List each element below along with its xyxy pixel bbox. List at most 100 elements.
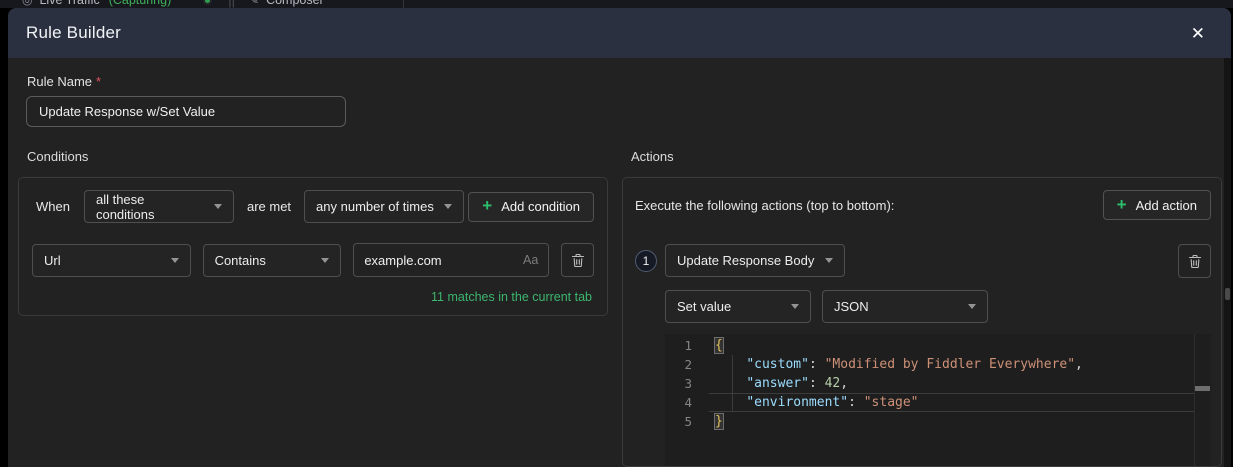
rule-name-label: Rule Name * — [27, 74, 1222, 89]
code-line[interactable]: 2 "custom": "Modified by Fiddler Everywh… — [665, 355, 1211, 374]
code-token-punct: , — [840, 376, 849, 391]
action-mode-dropdown[interactable]: Set value — [665, 290, 811, 323]
code-token-ws — [715, 376, 746, 391]
capturing-status: (Capturing) — [108, 0, 172, 7]
plus-icon: + — [1116, 194, 1127, 214]
code-token-ws — [715, 395, 746, 410]
action-format-dropdown[interactable]: JSON — [822, 290, 988, 323]
code-token-ws — [715, 357, 746, 372]
code-token-punct: : — [808, 376, 825, 391]
action-mode-value: Set value — [677, 299, 732, 314]
condition-operator-value: Contains — [214, 252, 266, 268]
action-row: 1 Update Response Body — [635, 244, 1211, 278]
composer-label: Composer — [266, 0, 324, 7]
rule-builder-modal: Rule Builder ✕ Rule Name* Conditions Whe… — [8, 8, 1231, 467]
code-token-key: "environment" — [746, 395, 849, 410]
tab-live-traffic[interactable]: ◎ Live Traffic (Capturing) — [22, 0, 171, 7]
code-token-punct: : — [808, 357, 825, 372]
add-action-button[interactable]: + Add action — [1102, 190, 1211, 220]
line-number: 4 — [684, 395, 692, 410]
trash-icon — [571, 253, 584, 267]
close-icon[interactable]: ✕ — [1191, 25, 1205, 42]
when-label: When — [36, 199, 70, 214]
code-editor[interactable]: 1{2 "custom": "Modified by Fiddler Every… — [665, 334, 1211, 466]
case-sensitive-toggle[interactable]: Aa — [523, 253, 538, 267]
code-lines: 1{2 "custom": "Modified by Fiddler Every… — [665, 334, 1211, 431]
delete-action-button[interactable] — [1178, 244, 1211, 278]
code-token-number: 42 — [824, 376, 841, 391]
code-line-text: "environment": "stage" — [709, 393, 1194, 412]
live-traffic-label: Live Traffic — [39, 0, 100, 7]
add-condition-label: Add condition — [501, 199, 580, 214]
chevron-down-icon — [170, 257, 179, 263]
action-sub-row: Set value JSON — [665, 290, 1211, 323]
code-line-text: } — [709, 412, 1194, 431]
modal-scrollbar[interactable] — [1224, 58, 1231, 467]
condition-value-input[interactable] — [364, 252, 518, 268]
modal-header: Rule Builder ✕ — [8, 8, 1231, 58]
code-line[interactable]: 3 "answer": 42, — [665, 374, 1211, 393]
code-line-text: "custom": "Modified by Fiddler Everywher… — [709, 355, 1194, 374]
composer-icon: ✎ — [249, 0, 260, 7]
code-line[interactable]: 4 "environment": "stage" — [665, 393, 1211, 412]
code-token-brace: } — [714, 413, 724, 430]
actions-header-row: Execute the following actions (top to bo… — [635, 190, 1211, 220]
conditions-panel: When all these conditions are met any nu… — [18, 177, 608, 316]
capture-indicator-dot — [203, 0, 213, 5]
condition-value-field[interactable]: Aa — [353, 243, 550, 277]
indent-guide — [732, 355, 733, 412]
action-type-value: Update Response Body — [677, 253, 815, 268]
chevron-down-icon — [444, 204, 453, 209]
line-number: 1 — [684, 338, 692, 353]
condition-row: Url Contains Aa — [32, 243, 594, 277]
frequency-dropdown[interactable]: any number of times — [304, 190, 465, 223]
trash-icon — [1188, 254, 1201, 268]
code-token-brace: { — [714, 337, 724, 354]
chevron-down-icon — [968, 304, 976, 309]
editor-scrollbar[interactable] — [1194, 334, 1211, 466]
tab-edge-divider — [403, 0, 404, 8]
chevron-down-icon — [321, 257, 330, 263]
editor-cursor-marker — [1195, 386, 1210, 391]
add-condition-button[interactable]: + Add condition — [468, 191, 594, 222]
match-count-info: 11 matches in the current tab — [431, 290, 592, 304]
conditions-section-label: Conditions — [27, 149, 89, 164]
modal-body: Rule Name* Conditions When all these con… — [8, 58, 1231, 467]
line-number: 3 — [684, 376, 692, 391]
add-action-label: Add action — [1135, 197, 1197, 213]
match-type-value: all these conditions — [95, 191, 155, 222]
rule-name-input[interactable] — [26, 96, 346, 127]
condition-field-dropdown[interactable]: Url — [32, 243, 191, 277]
tab-composer[interactable]: ✎ Composer — [249, 0, 324, 7]
code-line-text: "answer": 42, — [709, 374, 1194, 393]
code-token-string: "Modified by Fiddler Everywhere" — [824, 357, 1076, 372]
code-line[interactable]: 1{ — [665, 336, 1211, 355]
rule-name-label-text: Rule Name — [27, 74, 93, 89]
tab-separator: || — [228, 0, 235, 8]
line-number: 2 — [684, 357, 692, 372]
actions-header-text: Execute the following actions (top to bo… — [635, 197, 895, 213]
action-index-badge: 1 — [635, 250, 657, 272]
condition-operator-dropdown[interactable]: Contains — [202, 243, 342, 277]
action-format-value: JSON — [834, 299, 869, 314]
line-number: 5 — [684, 414, 692, 429]
plus-icon: + — [482, 196, 493, 215]
target-icon: ◎ — [22, 0, 33, 7]
match-type-dropdown[interactable]: all these conditions — [83, 190, 234, 223]
code-token-punct: : — [848, 395, 864, 410]
modal-title: Rule Builder — [26, 23, 122, 42]
actions-section-label: Actions — [631, 149, 674, 164]
actions-panel: Execute the following actions (top to bo… — [622, 177, 1222, 467]
frequency-value: any number of times — [316, 199, 434, 214]
code-line[interactable]: 5} — [665, 412, 1211, 431]
code-token-punct: , — [1075, 357, 1083, 372]
code-token-key: "answer" — [746, 376, 809, 391]
action-type-dropdown[interactable]: Update Response Body — [665, 244, 845, 277]
conditions-when-row: When all these conditions are met any nu… — [32, 190, 594, 223]
code-token-string: "stage" — [863, 395, 919, 410]
required-marker: * — [96, 74, 102, 89]
chevron-down-icon — [825, 258, 833, 263]
condition-field-value: Url — [44, 252, 61, 268]
delete-condition-button[interactable] — [561, 243, 594, 277]
modal-scrollbar-thumb[interactable] — [1225, 288, 1230, 300]
